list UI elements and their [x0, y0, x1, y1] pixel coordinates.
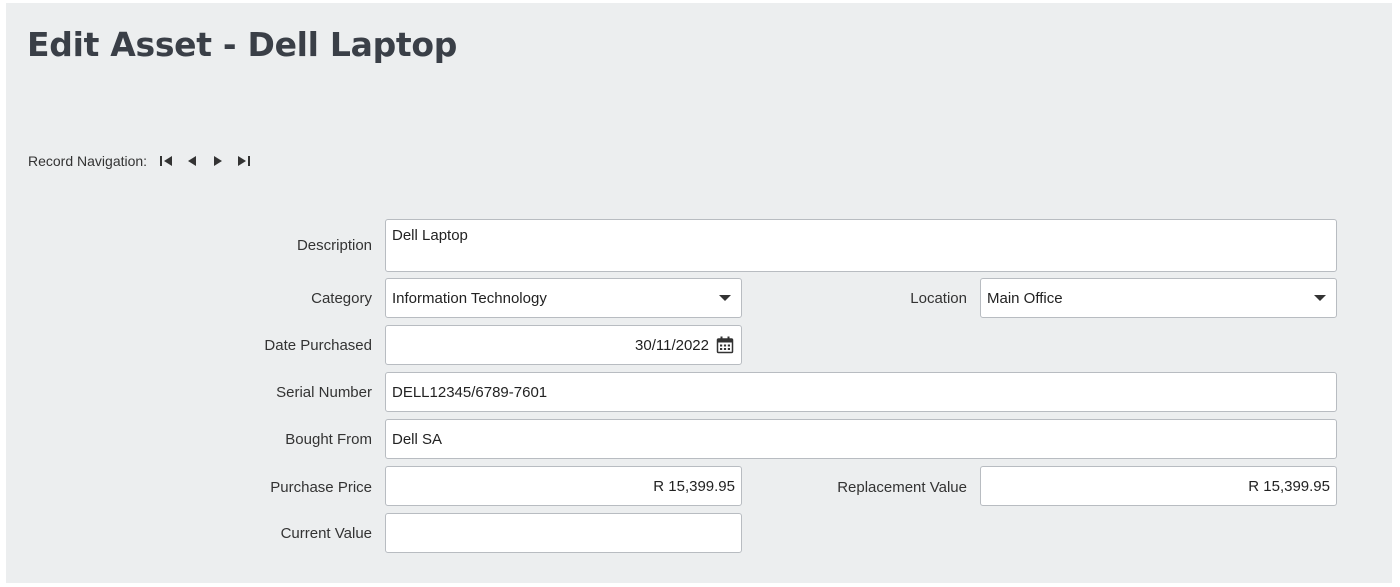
purchase-price-label: Purchase Price [270, 479, 372, 496]
last-record-icon [238, 156, 251, 166]
bought-from-value: Dell SA [392, 430, 443, 448]
serial-number-value: DELL12345/6789-7601 [392, 383, 548, 401]
next-record-icon [214, 156, 223, 166]
page-title: Edit Asset - Dell Laptop [27, 25, 458, 64]
previous-record-icon [188, 156, 197, 166]
next-record-button[interactable] [205, 151, 231, 171]
date-purchased-value: 30/11/2022 [635, 336, 709, 354]
replacement-value-value: R 15,399.95 [1248, 477, 1330, 495]
first-record-button[interactable] [153, 151, 179, 171]
edit-asset-panel: Edit Asset - Dell Laptop Record Navigati… [6, 3, 1392, 583]
location-value: Main Office [987, 289, 1063, 307]
serial-number-label: Serial Number [276, 384, 372, 401]
bought-from-field[interactable]: Dell SA [385, 419, 1337, 459]
description-label: Description [296, 237, 372, 254]
replacement-value-label: Replacement Value [837, 479, 967, 496]
record-navigation-label: Record Navigation: [28, 153, 148, 169]
first-record-icon [160, 156, 173, 166]
previous-record-button[interactable] [179, 151, 205, 171]
last-record-button[interactable] [231, 151, 257, 171]
calendar-icon[interactable] [716, 336, 734, 354]
category-label: Category [311, 290, 372, 307]
description-value: Dell Laptop [392, 227, 468, 244]
record-navigation: Record Navigation: [28, 151, 257, 171]
current-value-label: Current Value [280, 525, 372, 542]
location-label: Location [910, 290, 967, 307]
current-value-field[interactable] [385, 513, 742, 553]
location-select[interactable]: Main Office [980, 278, 1337, 318]
date-purchased-label: Date Purchased [264, 337, 372, 354]
description-field[interactable]: Dell Laptop [385, 219, 1337, 272]
bought-from-label: Bought From [285, 431, 372, 448]
replacement-value-field[interactable]: R 15,399.95 [980, 466, 1337, 506]
chevron-down-icon [1314, 295, 1326, 301]
serial-number-field[interactable]: DELL12345/6789-7601 [385, 372, 1337, 412]
date-purchased-field[interactable]: 30/11/2022 [385, 325, 742, 365]
category-value: Information Technology [392, 289, 547, 307]
